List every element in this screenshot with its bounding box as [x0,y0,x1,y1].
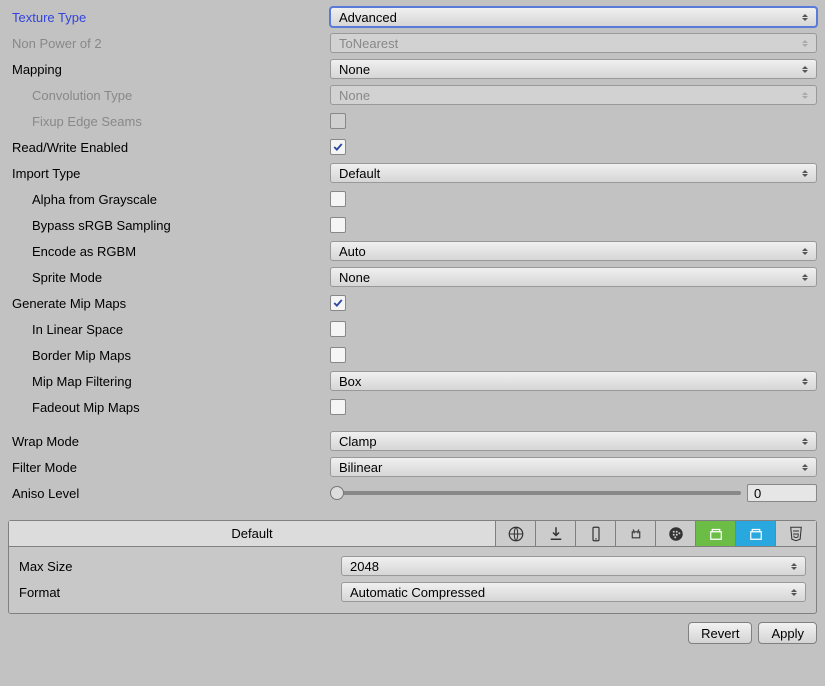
encode-rgbm-dropdown[interactable]: Auto [330,241,817,261]
blackberry-icon [667,525,685,543]
bypass-srgb-label: Bypass sRGB Sampling [8,218,330,233]
max-size-label: Max Size [19,559,341,574]
chevron-updown-icon [802,14,808,21]
tab-android[interactable] [616,521,656,546]
mip-filter-label: Mip Map Filtering [8,374,330,389]
download-icon [547,525,565,543]
globe-icon [507,525,525,543]
fadeout-checkbox[interactable] [330,399,346,415]
wrap-mode-dropdown[interactable]: Clamp [330,431,817,451]
tab-windows-phone[interactable] [736,521,776,546]
filter-mode-dropdown[interactable]: Bilinear [330,457,817,477]
texture-type-dropdown[interactable]: Advanced [330,7,817,27]
chevron-updown-icon [791,563,797,570]
tab-standalone[interactable] [536,521,576,546]
aniso-value-field[interactable]: 0 [747,484,817,502]
gen-mip-checkbox[interactable] [330,295,346,311]
chevron-updown-icon [802,40,808,47]
npot-value: ToNearest [339,36,398,51]
aniso-label: Aniso Level [8,486,330,501]
tab-web[interactable] [496,521,536,546]
phone-icon [587,525,605,543]
mapping-value: None [339,62,370,77]
filter-mode-value: Bilinear [339,460,382,475]
aniso-slider[interactable] [330,491,741,495]
check-icon [332,141,344,153]
format-dropdown[interactable]: Automatic Compressed [341,582,806,602]
platform-override-panel: Default Max Size 2048 [8,520,817,614]
linear-checkbox[interactable] [330,321,346,337]
readwrite-checkbox[interactable] [330,139,346,155]
format-label: Format [19,585,341,600]
npot-label: Non Power of 2 [8,36,330,51]
tab-windows-store[interactable] [696,521,736,546]
mip-filter-value: Box [339,374,361,389]
convolution-value: None [339,88,370,103]
chevron-updown-icon [802,274,808,281]
mapping-dropdown[interactable]: None [330,59,817,79]
platform-tabrow: Default [9,521,816,547]
chevron-updown-icon [802,378,808,385]
html5-icon [787,525,805,543]
import-type-value: Default [339,166,380,181]
store-icon [747,525,765,543]
format-value: Automatic Compressed [350,585,485,600]
chevron-updown-icon [802,92,808,99]
max-size-dropdown[interactable]: 2048 [341,556,806,576]
readwrite-label: Read/Write Enabled [8,140,330,155]
fadeout-label: Fadeout Mip Maps [8,400,330,415]
chevron-updown-icon [802,438,808,445]
mip-filter-dropdown[interactable]: Box [330,371,817,391]
sprite-mode-dropdown[interactable]: None [330,267,817,287]
check-icon [332,297,344,309]
import-type-label: Import Type [8,166,330,181]
encode-rgbm-label: Encode as RGBM [8,244,330,259]
filter-mode-label: Filter Mode [8,460,330,475]
sprite-mode-label: Sprite Mode [8,270,330,285]
convolution-dropdown: None [330,85,817,105]
alpha-gs-label: Alpha from Grayscale [8,192,330,207]
mapping-label: Mapping [8,62,330,77]
convolution-label: Convolution Type [8,88,330,103]
npot-dropdown: ToNearest [330,33,817,53]
border-mip-checkbox[interactable] [330,347,346,363]
tab-ios[interactable] [576,521,616,546]
max-size-value: 2048 [350,559,379,574]
import-type-dropdown[interactable]: Default [330,163,817,183]
chevron-updown-icon [791,589,797,596]
tab-default[interactable]: Default [9,521,496,546]
slider-thumb-icon[interactable] [330,486,344,500]
chevron-updown-icon [802,464,808,471]
sprite-mode-value: None [339,270,370,285]
gen-mip-label: Generate Mip Maps [8,296,330,311]
bypass-srgb-checkbox[interactable] [330,217,346,233]
linear-label: In Linear Space [8,322,330,337]
alpha-gs-checkbox[interactable] [330,191,346,207]
fixup-edge-label: Fixup Edge Seams [8,114,330,129]
fixup-edge-checkbox [330,113,346,129]
store-icon [707,525,725,543]
tab-blackberry[interactable] [656,521,696,546]
chevron-updown-icon [802,66,808,73]
texture-type-value: Advanced [339,10,397,25]
border-mip-label: Border Mip Maps [8,348,330,363]
revert-button[interactable]: Revert [688,622,752,644]
android-icon [627,525,645,543]
chevron-updown-icon [802,170,808,177]
tab-html5[interactable] [776,521,816,546]
wrap-mode-label: Wrap Mode [8,434,330,449]
apply-button[interactable]: Apply [758,622,817,644]
wrap-mode-value: Clamp [339,434,377,449]
texture-type-label: Texture Type [8,10,330,25]
chevron-updown-icon [802,248,808,255]
encode-rgbm-value: Auto [339,244,366,259]
